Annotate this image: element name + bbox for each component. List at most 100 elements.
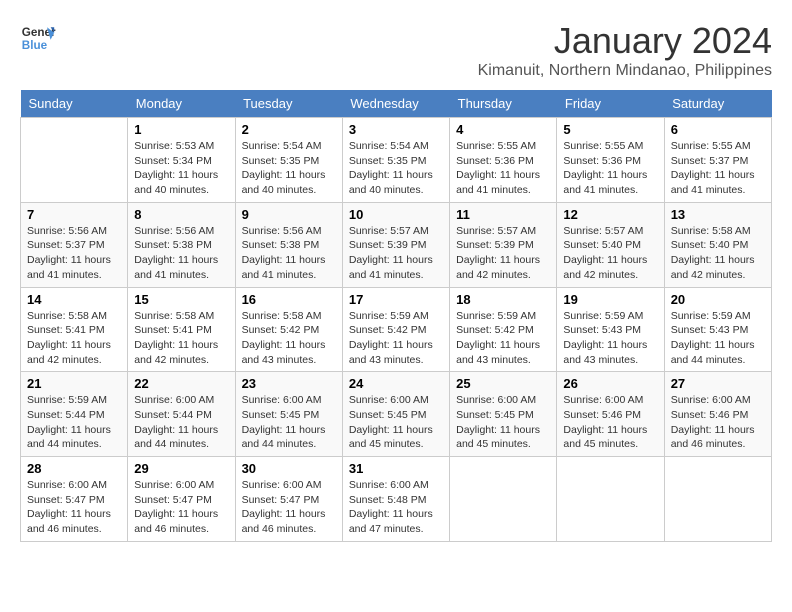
day-number: 11 xyxy=(456,207,550,222)
day-info: Sunrise: 5:55 AMSunset: 5:36 PMDaylight:… xyxy=(563,139,657,198)
table-row: 15 Sunrise: 5:58 AMSunset: 5:41 PMDayligh… xyxy=(128,287,235,372)
table-row: 7Sunrise: 5:56 AMSunset: 5:37 PMDaylight… xyxy=(21,202,128,287)
table-row: 22 Sunrise: 6:00 AMSunset: 5:44 PMDayligh… xyxy=(128,372,235,457)
day-info: Sunrise: 6:00 AMSunset: 5:45 PMDaylight:… xyxy=(242,393,336,452)
col-friday: Friday xyxy=(557,90,664,118)
day-info: Sunrise: 6:00 AMSunset: 5:47 PMDaylight:… xyxy=(242,478,336,537)
day-number: 31 xyxy=(349,461,443,476)
week-row-0: 1 Sunrise: 5:53 AMSunset: 5:34 PMDaylight… xyxy=(21,118,772,203)
day-info: Sunrise: 6:00 AMSunset: 5:47 PMDaylight:… xyxy=(134,478,228,537)
day-info: Sunrise: 5:57 AMSunset: 5:39 PMDaylight:… xyxy=(349,224,443,283)
day-info: Sunrise: 5:53 AMSunset: 5:34 PMDaylight:… xyxy=(134,139,228,198)
logo-icon: General Blue xyxy=(20,20,56,56)
col-sunday: Sunday xyxy=(21,90,128,118)
day-info: Sunrise: 5:59 AMSunset: 5:44 PMDaylight:… xyxy=(27,393,121,452)
table-row: 9 Sunrise: 5:56 AMSunset: 5:38 PMDaylight… xyxy=(235,202,342,287)
day-number: 6 xyxy=(671,122,765,137)
day-info: Sunrise: 5:59 AMSunset: 5:42 PMDaylight:… xyxy=(349,309,443,368)
day-info: Sunrise: 6:00 AMSunset: 5:46 PMDaylight:… xyxy=(563,393,657,452)
logo: General Blue xyxy=(20,20,56,56)
day-info: Sunrise: 5:58 AMSunset: 5:42 PMDaylight:… xyxy=(242,309,336,368)
day-info: Sunrise: 6:00 AMSunset: 5:44 PMDaylight:… xyxy=(134,393,228,452)
day-info: Sunrise: 5:59 AMSunset: 5:42 PMDaylight:… xyxy=(456,309,550,368)
day-info: Sunrise: 5:58 AMSunset: 5:40 PMDaylight:… xyxy=(671,224,765,283)
header-row: Sunday Monday Tuesday Wednesday Thursday… xyxy=(21,90,772,118)
day-info: Sunrise: 5:57 AMSunset: 5:39 PMDaylight:… xyxy=(456,224,550,283)
day-number: 22 xyxy=(134,376,228,391)
day-info: Sunrise: 6:00 AMSunset: 5:47 PMDaylight:… xyxy=(27,478,121,537)
page-header: General Blue January 2024 Kimanuit, Nort… xyxy=(20,20,772,80)
svg-text:Blue: Blue xyxy=(22,39,48,52)
day-number: 8 xyxy=(134,207,228,222)
day-info: Sunrise: 5:56 AMSunset: 5:38 PMDaylight:… xyxy=(242,224,336,283)
table-row: 1 Sunrise: 5:53 AMSunset: 5:34 PMDaylight… xyxy=(128,118,235,203)
table-row: 30 Sunrise: 6:00 AMSunset: 5:47 PMDayligh… xyxy=(235,457,342,542)
day-number: 21 xyxy=(27,376,121,391)
col-tuesday: Tuesday xyxy=(235,90,342,118)
day-number: 16 xyxy=(242,292,336,307)
calendar-title: January 2024 xyxy=(478,20,772,62)
table-row xyxy=(21,118,128,203)
day-info: Sunrise: 5:56 AMSunset: 5:38 PMDaylight:… xyxy=(134,224,228,283)
day-number: 28 xyxy=(27,461,121,476)
day-info: Sunrise: 6:00 AMSunset: 5:45 PMDaylight:… xyxy=(349,393,443,452)
day-info: Sunrise: 5:54 AMSunset: 5:35 PMDaylight:… xyxy=(349,139,443,198)
table-row xyxy=(664,457,771,542)
table-row: 10 Sunrise: 5:57 AMSunset: 5:39 PMDayligh… xyxy=(342,202,449,287)
table-row: 19 Sunrise: 5:59 AMSunset: 5:43 PMDayligh… xyxy=(557,287,664,372)
day-number: 13 xyxy=(671,207,765,222)
col-thursday: Thursday xyxy=(450,90,557,118)
table-row: 26 Sunrise: 6:00 AMSunset: 5:46 PMDayligh… xyxy=(557,372,664,457)
table-row: 3 Sunrise: 5:54 AMSunset: 5:35 PMDaylight… xyxy=(342,118,449,203)
table-row xyxy=(557,457,664,542)
col-monday: Monday xyxy=(128,90,235,118)
day-number: 7 xyxy=(27,207,121,222)
table-row: 11 Sunrise: 5:57 AMSunset: 5:39 PMDayligh… xyxy=(450,202,557,287)
table-row: 2Sunrise: 5:54 AMSunset: 5:35 PMDaylight… xyxy=(235,118,342,203)
day-info: Sunrise: 5:55 AMSunset: 5:37 PMDaylight:… xyxy=(671,139,765,198)
table-row: 29 Sunrise: 6:00 AMSunset: 5:47 PMDayligh… xyxy=(128,457,235,542)
table-row: 17 Sunrise: 5:59 AMSunset: 5:42 PMDayligh… xyxy=(342,287,449,372)
week-row-3: 21 Sunrise: 5:59 AMSunset: 5:44 PMDayligh… xyxy=(21,372,772,457)
day-number: 4 xyxy=(456,122,550,137)
table-row: 13 Sunrise: 5:58 AMSunset: 5:40 PMDayligh… xyxy=(664,202,771,287)
table-row: 20 Sunrise: 5:59 AMSunset: 5:43 PMDayligh… xyxy=(664,287,771,372)
day-number: 30 xyxy=(242,461,336,476)
day-number: 9 xyxy=(242,207,336,222)
table-row: 25Sunrise: 6:00 AMSunset: 5:45 PMDayligh… xyxy=(450,372,557,457)
table-row: 12Sunrise: 5:57 AMSunset: 5:40 PMDayligh… xyxy=(557,202,664,287)
day-number: 18 xyxy=(456,292,550,307)
day-info: Sunrise: 5:59 AMSunset: 5:43 PMDaylight:… xyxy=(671,309,765,368)
week-row-4: 28 Sunrise: 6:00 AMSunset: 5:47 PMDayligh… xyxy=(21,457,772,542)
table-row: 4Sunrise: 5:55 AMSunset: 5:36 PMDaylight… xyxy=(450,118,557,203)
table-row: 27Sunrise: 6:00 AMSunset: 5:46 PMDayligh… xyxy=(664,372,771,457)
table-row: 5 Sunrise: 5:55 AMSunset: 5:36 PMDaylight… xyxy=(557,118,664,203)
day-number: 5 xyxy=(563,122,657,137)
day-number: 27 xyxy=(671,376,765,391)
table-row: 6 Sunrise: 5:55 AMSunset: 5:37 PMDaylight… xyxy=(664,118,771,203)
day-number: 12 xyxy=(563,207,657,222)
day-info: Sunrise: 5:59 AMSunset: 5:43 PMDaylight:… xyxy=(563,309,657,368)
table-row xyxy=(450,457,557,542)
table-row: 28 Sunrise: 6:00 AMSunset: 5:47 PMDayligh… xyxy=(21,457,128,542)
week-row-2: 14Sunrise: 5:58 AMSunset: 5:41 PMDayligh… xyxy=(21,287,772,372)
day-number: 3 xyxy=(349,122,443,137)
day-number: 17 xyxy=(349,292,443,307)
day-number: 10 xyxy=(349,207,443,222)
day-number: 15 xyxy=(134,292,228,307)
calendar-table: Sunday Monday Tuesday Wednesday Thursday… xyxy=(20,90,772,542)
day-number: 1 xyxy=(134,122,228,137)
day-number: 20 xyxy=(671,292,765,307)
table-row: 24Sunrise: 6:00 AMSunset: 5:45 PMDayligh… xyxy=(342,372,449,457)
table-row: 8 Sunrise: 5:56 AMSunset: 5:38 PMDaylight… xyxy=(128,202,235,287)
table-row: 14Sunrise: 5:58 AMSunset: 5:41 PMDayligh… xyxy=(21,287,128,372)
col-saturday: Saturday xyxy=(664,90,771,118)
table-row: 21 Sunrise: 5:59 AMSunset: 5:44 PMDayligh… xyxy=(21,372,128,457)
table-row: 16 Sunrise: 5:58 AMSunset: 5:42 PMDayligh… xyxy=(235,287,342,372)
day-number: 26 xyxy=(563,376,657,391)
col-wednesday: Wednesday xyxy=(342,90,449,118)
day-number: 29 xyxy=(134,461,228,476)
day-info: Sunrise: 5:58 AMSunset: 5:41 PMDaylight:… xyxy=(134,309,228,368)
day-number: 19 xyxy=(563,292,657,307)
day-number: 2 xyxy=(242,122,336,137)
